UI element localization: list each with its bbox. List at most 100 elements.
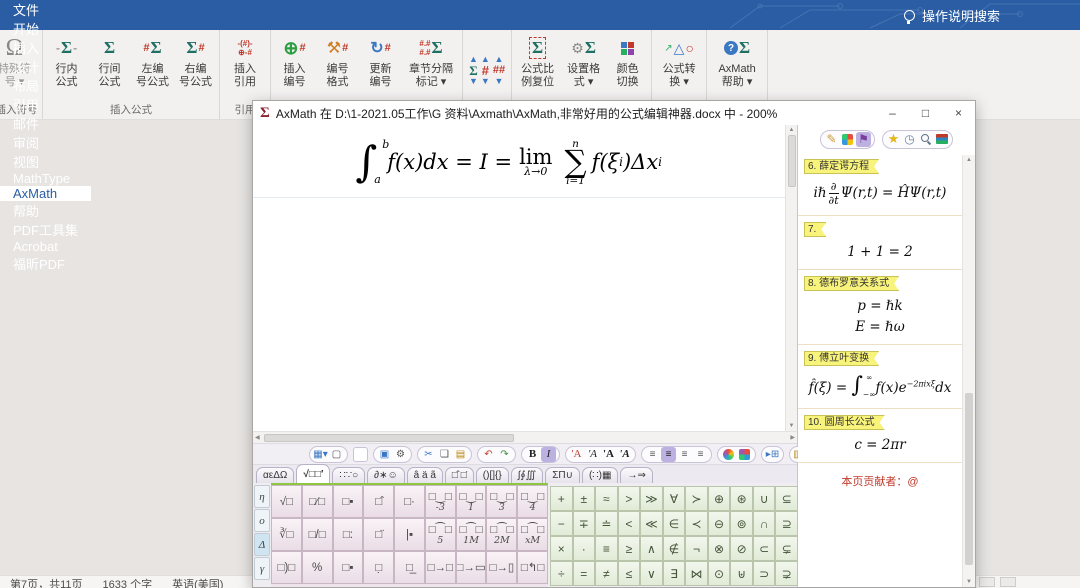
scroll-down-icon[interactable]: ▼ <box>964 577 974 587</box>
axmath-help-button[interactable]: ?Σ AxMath 帮助 ▾ <box>709 31 765 89</box>
symbol-cell[interactable]: ⊛ <box>730 486 753 511</box>
view-buttons[interactable] <box>979 577 1016 587</box>
template-cell[interactable]: ∛□ <box>271 518 302 551</box>
update-number-button[interactable]: ↻# 更新 编号 <box>359 31 402 89</box>
align-right-button[interactable]: ≡ <box>677 447 692 462</box>
template-cell[interactable]: □↰□ <box>517 551 548 584</box>
template-cell[interactable]: □)□ <box>271 551 302 584</box>
list-item[interactable]: 6. 薛定谔方程 iℏ∂∂tΨ(r,t) = ĤΨ(r,t) <box>798 153 962 216</box>
ribbon-tab[interactable]: 开始 <box>0 19 91 38</box>
library-scrollbar[interactable]: ▲ ▼ <box>962 155 975 587</box>
template-cell[interactable]: □⁀□ 2M <box>486 518 517 551</box>
symbol-cell[interactable]: ⊗ <box>708 536 731 561</box>
symbol-cell[interactable]: ≥ <box>618 536 641 561</box>
italic-button[interactable]: I <box>541 447 556 462</box>
palette-tab[interactable]: →⇒ <box>620 467 652 483</box>
palette-tab[interactable]: ∫∮∭ <box>511 467 544 483</box>
side-strip-cell[interactable]: η <box>254 485 270 508</box>
bold-button[interactable]: B <box>525 447 540 462</box>
maximize-button[interactable]: □ <box>909 102 942 125</box>
nudge-number-control[interactable]: ▲#▼ <box>481 54 490 87</box>
symbol-cell[interactable]: + <box>550 486 573 511</box>
symbol-cell[interactable]: ∓ <box>573 511 596 536</box>
template-cell[interactable]: □· <box>394 485 425 518</box>
template-cell[interactable]: □̣ <box>363 551 394 584</box>
symbol-cell[interactable]: ∈ <box>663 511 686 536</box>
ribbon-tab[interactable]: 邮件 <box>0 114 91 133</box>
list-item[interactable]: 8. 德布罗意关系式 p = ℏk E = ℏω <box>798 270 962 345</box>
symbol-cell[interactable]: ⊙ <box>708 561 731 586</box>
font-style-3-button[interactable]: 'A <box>601 447 616 462</box>
left-numbered-formula-button[interactable]: #Σ 左编 号公式 <box>131 31 174 89</box>
formula-convert-button[interactable]: ↗△○ 公式转 换 ▾ <box>654 31 704 89</box>
canvas-vertical-scrollbar[interactable]: ▲ ▼ <box>785 125 797 431</box>
symbol-cell[interactable]: ÷ <box>550 561 573 586</box>
number-format-button[interactable]: ⚒# 编号 格式 <box>316 31 359 89</box>
scroll-thumb[interactable] <box>788 135 796 187</box>
template-cell[interactable]: □→▯ <box>486 551 517 584</box>
ribbon-tab[interactable]: 插入 <box>0 38 91 57</box>
new-doc-button[interactable]: ▢ <box>329 447 344 462</box>
insert-number-button[interactable]: ⊕# 插入 编号 <box>273 31 316 89</box>
symbol-cell[interactable]: = <box>573 561 596 586</box>
palette-tab[interactable]: □̂ □̇ <box>445 467 474 483</box>
template-cell[interactable]: □‿□ -3 <box>425 485 456 518</box>
palette-tab[interactable]: √□□′ <box>296 464 330 483</box>
palette-tab[interactable]: ∷∵○ <box>332 467 365 483</box>
template-cell[interactable]: □̲ <box>394 551 425 584</box>
ribbon-tab[interactable]: 福昕PDF <box>0 254 91 273</box>
symbol-cell[interactable]: ⊋ <box>775 561 798 586</box>
ribbon-tab[interactable]: 布局 <box>0 76 91 95</box>
paste-button[interactable]: ▤ <box>453 447 468 462</box>
scroll-down-icon[interactable]: ▼ <box>787 421 797 431</box>
symbol-cell[interactable]: ⊎ <box>730 561 753 586</box>
insert-menu-button[interactable]: ▦▾ <box>313 447 328 462</box>
close-button[interactable]: × <box>942 102 975 125</box>
scroll-left-icon[interactable]: ◀ <box>253 432 262 443</box>
scroll-up-icon[interactable]: ▲ <box>964 155 974 165</box>
scroll-right-icon[interactable]: ▶ <box>788 432 797 443</box>
palette-tab[interactable]: â ä ã <box>407 467 443 483</box>
formula-scale-reset-button[interactable]: Σ 公式比 例复位 <box>514 31 561 89</box>
insert-citation-button[interactable]: -(#)-⊕-# 插入 引用 <box>222 31 268 89</box>
symbol-cell[interactable]: ⋈ <box>685 561 708 586</box>
symbol-cell[interactable]: ∧ <box>640 536 663 561</box>
color-palette-button[interactable] <box>737 447 752 462</box>
symbol-cell[interactable]: ≻ <box>685 486 708 511</box>
ribbon-tab[interactable]: MathType <box>0 171 91 186</box>
list-item[interactable]: 10. 圆周长公式 c = 2πr <box>798 409 962 463</box>
template-cell[interactable]: □‿□ 1 <box>456 485 487 518</box>
symbol-cell[interactable]: ⊘ <box>730 536 753 561</box>
save-button[interactable]: ▣ <box>377 447 392 462</box>
right-numbered-formula-button[interactable]: Σ# 右编 号公式 <box>174 31 217 89</box>
symbol-cell[interactable]: ≪ <box>640 511 663 536</box>
symbol-cell[interactable]: ¬ <box>685 536 708 561</box>
font-style-4-button[interactable]: 'A <box>617 447 632 462</box>
symbol-cell[interactable]: × <box>550 536 573 561</box>
template-cell[interactable]: □→□ <box>425 551 456 584</box>
template-cell[interactable]: □/□ <box>302 518 333 551</box>
symbol-cell[interactable]: ⊂ <box>753 536 776 561</box>
ribbon-tab[interactable]: 视图 <box>0 152 91 171</box>
template-cell[interactable]: % <box>302 551 333 584</box>
palette-tab[interactable]: αεΔΩ <box>256 467 294 483</box>
palette-tab[interactable]: (∷)▦ <box>582 467 618 483</box>
palette-tab[interactable]: ΣΠ∪ <box>545 467 580 483</box>
redo-button[interactable]: ↷ <box>497 447 512 462</box>
symbol-cell[interactable]: ≐ <box>595 511 618 536</box>
search-button[interactable] <box>918 132 933 147</box>
align-justify-button[interactable]: ≡ <box>693 447 708 462</box>
nudge-formula-control[interactable]: ▲Σ▼ <box>469 54 478 87</box>
symbol-cell[interactable]: ∩ <box>753 511 776 536</box>
insert-to-document-button[interactable]: ▸⊞ <box>765 447 780 462</box>
formula-canvas[interactable]: ∫ ba f(x)dx = I = limλ→0 n∑i=1 f(ξi)Δxi … <box>253 125 797 431</box>
font-style-1-button[interactable]: 'A <box>569 447 584 462</box>
template-cell[interactable]: □: <box>333 518 364 551</box>
symbol-cell[interactable]: ∨ <box>640 561 663 586</box>
symbol-cell[interactable]: · <box>573 536 596 561</box>
ribbon-tab[interactable]: Acrobat <box>0 239 91 254</box>
template-cell[interactable]: □⁀□ 5 <box>425 518 456 551</box>
symbol-cell[interactable]: ≤ <box>618 561 641 586</box>
scroll-thumb[interactable] <box>264 434 514 442</box>
symbol-cell[interactable]: ⊊ <box>775 536 798 561</box>
